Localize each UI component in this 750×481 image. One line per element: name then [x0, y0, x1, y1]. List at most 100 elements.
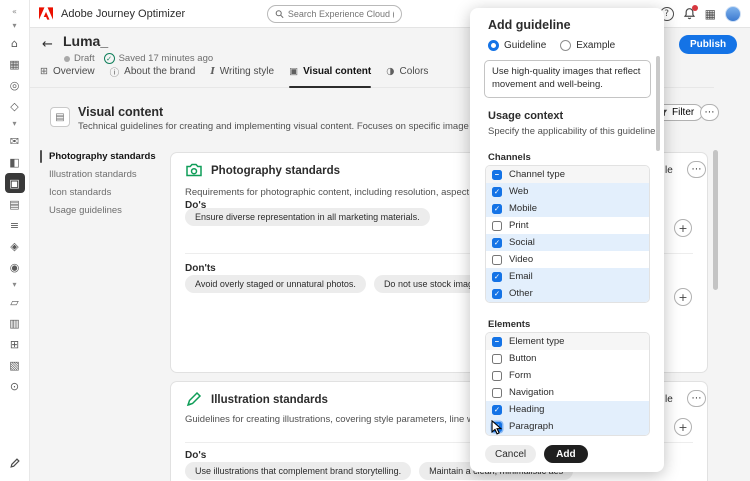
- element-row-navigation[interactable]: Navigation: [486, 384, 649, 401]
- datasets-icon[interactable]: ⊞: [5, 334, 25, 354]
- reports-icon[interactable]: ▤: [5, 194, 25, 214]
- page-scrollbar[interactable]: [713, 150, 718, 290]
- chevron-down-icon[interactable]: ▾: [5, 19, 25, 32]
- checkbox[interactable]: [492, 354, 502, 364]
- radio-example-control[interactable]: [560, 40, 571, 51]
- section-more-button[interactable]: ⋯: [700, 104, 719, 121]
- checkbox[interactable]: [492, 405, 502, 415]
- element-row-button[interactable]: Button: [486, 350, 649, 367]
- checkbox[interactable]: [492, 255, 502, 265]
- tab-overview[interactable]: ⊞ Overview: [40, 63, 95, 87]
- templates-icon[interactable]: ▥: [5, 313, 25, 333]
- add-example-button-partial[interactable]: le: [665, 165, 673, 176]
- add-button[interactable]: Add: [544, 445, 587, 463]
- channel-row-web[interactable]: Web: [486, 183, 649, 200]
- cancel-button[interactable]: Cancel: [485, 445, 536, 463]
- search-icon: [275, 9, 284, 19]
- checkbox[interactable]: [492, 187, 502, 197]
- add-guideline-button[interactable]: +: [674, 418, 692, 436]
- color-wheel-icon: ◑: [386, 66, 394, 77]
- subnav-item-usage-guidelines[interactable]: Usage guidelines: [40, 203, 168, 218]
- radio-guideline[interactable]: Guideline: [488, 40, 546, 51]
- channel-row-email[interactable]: Email: [486, 268, 649, 285]
- subnav-item-photography-standards[interactable]: Photography standards: [40, 149, 168, 164]
- assets-icon[interactable]: ▱: [5, 292, 25, 312]
- channel-row-mobile[interactable]: Mobile: [486, 200, 649, 217]
- collapse-rail-icon[interactable]: «: [5, 5, 25, 18]
- notification-badge: [692, 5, 698, 11]
- publish-button[interactable]: Publish: [679, 35, 737, 54]
- channels-table: Channel type Web Mobile Print Social Vid…: [485, 165, 650, 303]
- guideline-chip[interactable]: Avoid overly staged or unnatural photos.: [185, 275, 366, 293]
- tab-visual-content[interactable]: ▣ Visual content: [289, 63, 371, 87]
- card-more-button[interactable]: ⋯: [687, 161, 706, 178]
- schemas-icon[interactable]: ▧: [5, 355, 25, 375]
- avatar[interactable]: [725, 6, 741, 22]
- radio-label: Example: [576, 40, 615, 51]
- card-more-button[interactable]: ⋯: [687, 390, 706, 407]
- guideline-chip[interactable]: Ensure diverse representation in all mar…: [185, 208, 430, 226]
- chevron-down-icon[interactable]: ▾: [5, 278, 25, 291]
- campaigns-icon[interactable]: ◎: [5, 75, 25, 95]
- add-dont-button[interactable]: +: [674, 288, 692, 306]
- checkbox[interactable]: [492, 221, 502, 231]
- radio-example[interactable]: Example: [560, 40, 615, 51]
- channel-row-print[interactable]: Print: [486, 217, 649, 234]
- tab-colors[interactable]: ◑ Colors: [386, 63, 428, 87]
- channel-row-other[interactable]: Other: [486, 285, 649, 302]
- checkbox[interactable]: [492, 371, 502, 381]
- guideline-chip[interactable]: Use illustrations that complement brand …: [185, 462, 411, 480]
- brand-icon[interactable]: ▣: [5, 173, 25, 193]
- apps-icon[interactable]: ▦: [5, 54, 25, 74]
- settings-icon[interactable]: ⊙: [5, 376, 25, 396]
- select-all-channels-checkbox[interactable]: [492, 170, 502, 180]
- experiments-icon[interactable]: ◇: [5, 96, 25, 116]
- checkbox[interactable]: [492, 388, 502, 398]
- writing-style-icon: I: [210, 66, 214, 77]
- elements-label: Elements: [488, 319, 530, 330]
- checkbox[interactable]: [492, 204, 502, 214]
- dialog-scrollbar[interactable]: [656, 56, 660, 151]
- element-row-form[interactable]: Form: [486, 367, 649, 384]
- tab-about-the-brand[interactable]: ⓘ About the brand: [110, 63, 196, 87]
- tab-writing-style[interactable]: I Writing style: [210, 63, 274, 87]
- global-search[interactable]: [267, 5, 402, 23]
- element-row-heading[interactable]: Heading: [486, 401, 649, 418]
- channel-type-header-row[interactable]: Channel type: [486, 166, 649, 183]
- channel-row-video[interactable]: Video: [486, 251, 649, 268]
- chevron-down-icon[interactable]: ▾: [5, 117, 25, 130]
- checkbox[interactable]: [492, 289, 502, 299]
- back-button[interactable]: ←: [42, 37, 53, 52]
- tab-label: Visual content: [303, 66, 371, 77]
- home-icon[interactable]: ⌂: [5, 33, 25, 53]
- channel-label: Video: [509, 254, 533, 265]
- column-header: Channel type: [509, 169, 565, 180]
- guideline-text-input[interactable]: Use high-quality images that reflect mov…: [484, 60, 651, 98]
- tab-label: Writing style: [220, 66, 274, 77]
- edit-pencil-icon[interactable]: [5, 453, 25, 473]
- add-example-button-partial[interactable]: le: [665, 394, 673, 405]
- radio-guideline-control[interactable]: [488, 40, 499, 51]
- lists-icon[interactable]: ≡: [5, 215, 25, 235]
- audiences-icon[interactable]: ◈: [5, 236, 25, 256]
- notifications-bell-icon[interactable]: [683, 7, 696, 20]
- channel-label: Web: [509, 186, 528, 197]
- select-all-elements-checkbox[interactable]: [492, 337, 502, 347]
- adobe-logo-icon[interactable]: [39, 7, 53, 20]
- search-input[interactable]: [288, 9, 394, 19]
- messages-icon[interactable]: ✉: [5, 131, 25, 151]
- subnav-item-icon-standards[interactable]: Icon standards: [40, 185, 168, 200]
- flag-icon[interactable]: ◧: [5, 152, 25, 172]
- element-row-paragraph[interactable]: Paragraph: [486, 418, 649, 435]
- page-title: Luma_: [63, 33, 108, 49]
- app-switcher-icon[interactable]: ▦: [705, 7, 716, 21]
- add-do-button[interactable]: +: [674, 219, 692, 237]
- globe-icon[interactable]: ◉: [5, 257, 25, 277]
- camera-icon: [185, 161, 203, 179]
- subnav-item-illustration-standards[interactable]: Illustration standards: [40, 167, 168, 182]
- checkbox[interactable]: [492, 238, 502, 248]
- element-type-header-row[interactable]: Element type: [486, 333, 649, 350]
- channel-row-social[interactable]: Social: [486, 234, 649, 251]
- checkbox[interactable]: [492, 272, 502, 282]
- element-label: Navigation: [509, 387, 554, 398]
